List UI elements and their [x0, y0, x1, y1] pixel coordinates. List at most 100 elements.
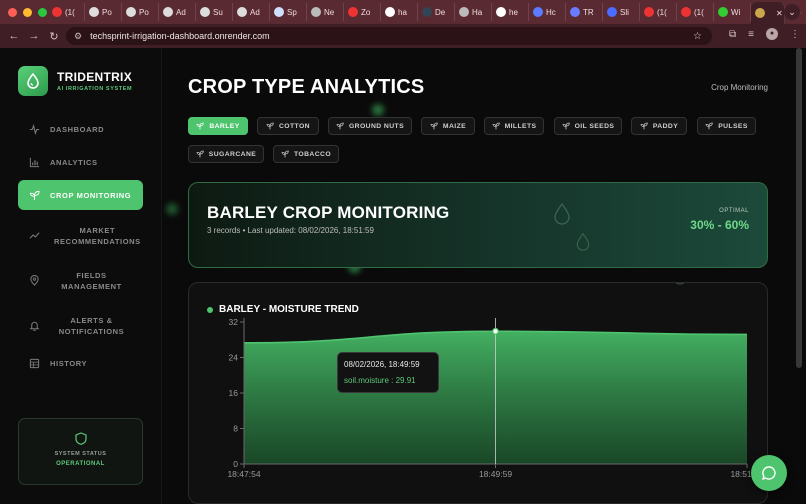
sidebar-item-crop-monitoring[interactable]: CROP MONITORING	[18, 180, 143, 210]
tab-favicon-icon	[348, 7, 358, 17]
tab-label: (1(	[657, 7, 667, 17]
extensions-icon[interactable]: ⧉	[729, 29, 736, 40]
zoom-window-button[interactable]	[38, 7, 47, 17]
tab-label: Po	[102, 7, 112, 17]
bookmark-star-icon[interactable]: ☆	[693, 31, 702, 42]
tooltip-series-value: 29.91	[395, 376, 416, 385]
y-tick-label: 8	[233, 424, 238, 434]
browser-tab[interactable]: Ad	[159, 3, 196, 21]
moisture-area-chart[interactable]: 0816243218:47:54 18:49:59 18:51:59	[189, 283, 768, 504]
close-window-button[interactable]	[8, 7, 17, 17]
crop-chip-label: TOBACCO	[293, 150, 332, 158]
tab-favicon-icon	[200, 7, 210, 17]
tab-favicon-icon	[718, 7, 728, 17]
chat-button[interactable]	[751, 455, 787, 491]
crop-chip-label: PADDY	[652, 122, 679, 130]
sidebar-item-history[interactable]: HISTORY	[18, 348, 143, 378]
crop-chip-cotton[interactable]: COTTON	[257, 117, 319, 135]
site-settings-icon[interactable]: ⚙	[74, 31, 82, 42]
tab-label: (1(	[694, 7, 704, 17]
crop-chip-sugarcane[interactable]: SUGARCANE	[188, 145, 264, 163]
crop-chip-pulses[interactable]: PULSES	[697, 117, 756, 135]
crop-chip-oil-seeds[interactable]: OIL SEEDS	[554, 117, 622, 135]
close-tab-icon[interactable]: ✕	[776, 9, 783, 18]
browser-tab[interactable]: Zo	[344, 3, 381, 21]
sprout-icon	[266, 122, 274, 130]
tab-label: Zo	[361, 7, 371, 17]
breadcrumb[interactable]: Crop Monitoring	[711, 83, 768, 92]
tab-favicon-icon	[644, 7, 654, 17]
sidebar-item-alerts-notifications[interactable]: ALERTS & NOTIFICATIONS	[18, 303, 143, 348]
profile-avatar[interactable]: ●	[766, 28, 778, 40]
tab-favicon-icon	[237, 7, 247, 17]
browser-tab[interactable]: Ne	[307, 3, 344, 21]
browser-tab[interactable]: Hc	[529, 3, 566, 21]
browser-tab[interactable]: ha	[381, 3, 418, 21]
browser-tab[interactable]: Wi	[714, 3, 751, 21]
back-icon[interactable]: ←	[4, 30, 24, 42]
sidebar-item-label: HISTORY	[50, 358, 88, 368]
tab-favicon-icon	[496, 7, 506, 17]
browser-tab[interactable]: Sp	[270, 3, 307, 21]
browser-menu-icon[interactable]: ⋮	[790, 29, 800, 40]
browser-tab[interactable]: Ha	[455, 3, 492, 21]
y-tick-label: 24	[229, 353, 239, 363]
x-tick-label: 18:47:54	[227, 469, 260, 479]
reload-icon[interactable]: ↻	[44, 30, 64, 43]
browser-tab[interactable]: (1(	[48, 3, 85, 21]
browser-tab-active[interactable]: ✕	[751, 2, 785, 24]
tab-search-button[interactable]: ⌄	[784, 4, 800, 20]
decor-glow	[372, 104, 384, 116]
sprout-icon	[640, 122, 648, 130]
optimal-range-value: 30% - 60%	[690, 218, 749, 232]
browser-tab[interactable]: he	[492, 3, 529, 21]
tab-label: De	[435, 7, 446, 17]
sidebar-item-label: ANALYTICS	[50, 157, 98, 167]
browser-tab[interactable]: Sli	[603, 3, 640, 21]
browser-tab[interactable]: TR	[566, 3, 603, 21]
bar-chart-icon	[28, 157, 40, 168]
crop-chip-ground-nuts[interactable]: GROUND NUTS	[328, 117, 412, 135]
crop-chip-tobacco[interactable]: TOBACCO	[273, 145, 339, 163]
tab-label: (1(	[65, 7, 75, 17]
forward-icon[interactable]: →	[24, 30, 44, 42]
browser-tab[interactable]: Ad	[233, 3, 270, 21]
tab-favicon-icon	[755, 8, 765, 18]
tab-favicon-icon	[89, 7, 99, 17]
sidebar-item-market-recommendations[interactable]: MARKET RECOMMENDATIONS	[18, 213, 143, 258]
sidebar-item-dashboard[interactable]: DASHBOARD	[18, 114, 143, 144]
sidebar-item-label: CROP MONITORING	[50, 190, 132, 200]
water-drop-logo-icon	[18, 66, 48, 96]
crop-card-title: BARLEY CROP MONITORING	[207, 203, 450, 222]
browser-tab[interactable]: Po	[85, 3, 122, 21]
browser-tab[interactable]: (1(	[677, 3, 714, 21]
crop-chip-paddy[interactable]: PADDY	[631, 117, 687, 135]
media-controls-icon[interactable]: ≡	[748, 29, 754, 40]
browser-tab[interactable]: Po	[122, 3, 159, 21]
tab-favicon-icon	[533, 7, 543, 17]
tab-label: Wi	[731, 7, 741, 17]
tab-favicon-icon	[52, 7, 62, 17]
browser-tab[interactable]: De	[418, 3, 455, 21]
browser-tab[interactable]: (1(	[640, 3, 677, 21]
table-icon	[28, 358, 40, 369]
system-status-value: OPERATIONAL	[56, 461, 105, 467]
moisture-trend-card: BARLEY - MOISTURE TREND 0 8 16 24 32 18:47:54…	[188, 282, 768, 504]
tooltip-label: 08/02/2026, 18:49:59	[344, 360, 420, 369]
tab-label: Ha	[472, 7, 483, 17]
page-scrollbar[interactable]	[796, 48, 802, 368]
data-point-active	[492, 327, 499, 335]
crop-chip-label: GROUND NUTS	[349, 122, 404, 130]
sidebar-item-analytics[interactable]: ANALYTICS	[18, 147, 143, 177]
sprout-icon	[430, 122, 438, 130]
minimize-window-button[interactable]	[23, 7, 32, 17]
system-status-label: SYSTEM STATUS	[54, 451, 107, 457]
decor-glow	[166, 203, 178, 215]
sidebar-item-fields-management[interactable]: FIELDS MANAGEMENT	[18, 258, 143, 303]
crop-chip-barley[interactable]: BARLEY	[188, 117, 248, 135]
url-field[interactable]: ⚙ techsprint-irrigation-dashboard.onrend…	[66, 27, 712, 45]
window-controls	[0, 7, 48, 17]
crop-chip-maize[interactable]: MAIZE	[421, 117, 475, 135]
crop-chip-millets[interactable]: MILLETS	[484, 117, 544, 135]
browser-tab[interactable]: Su	[196, 3, 233, 21]
